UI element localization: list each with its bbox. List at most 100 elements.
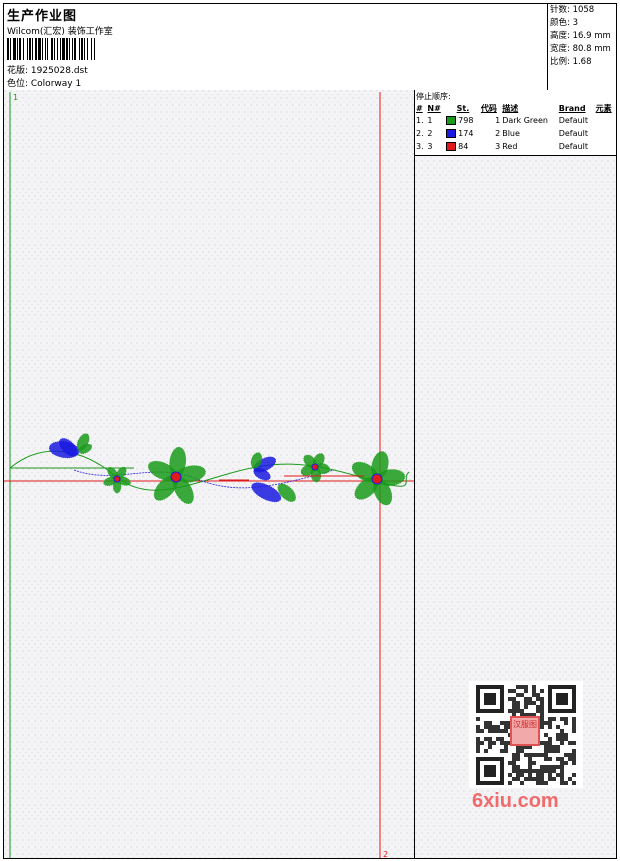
qr-module <box>540 721 544 725</box>
qr-module <box>524 689 528 693</box>
row-index: 1. <box>416 116 424 125</box>
table-row: 2. 2 174 2 Blue Default <box>415 127 616 140</box>
color-description: Dark Green <box>502 116 548 125</box>
qr-module <box>564 737 568 741</box>
qr-module <box>572 781 576 785</box>
qr-module <box>564 721 568 725</box>
qr-finder-core <box>556 693 568 705</box>
qr-module <box>536 693 540 697</box>
qr-module <box>568 753 572 757</box>
row-index: 3. <box>416 142 424 151</box>
qr-module <box>560 729 564 733</box>
qr-module <box>572 761 576 765</box>
qr-module <box>512 757 516 761</box>
qr-module <box>548 741 552 745</box>
qr-module <box>572 749 576 753</box>
qr-module <box>540 713 544 717</box>
qr-module <box>560 717 564 721</box>
column-header: 代码 <box>480 103 497 113</box>
qr-module <box>524 697 528 701</box>
qr-module <box>516 753 520 757</box>
barcode <box>7 38 145 60</box>
qr-module <box>476 745 480 749</box>
qr-module <box>556 725 560 729</box>
qr-module <box>492 729 496 733</box>
qr-module <box>520 749 524 753</box>
qr-module <box>560 761 564 765</box>
qr-module <box>540 705 544 709</box>
color-description: Blue <box>502 129 520 138</box>
qr-module <box>548 717 552 721</box>
qr-module <box>552 717 556 721</box>
qr-module <box>548 777 552 781</box>
qr-module <box>512 753 516 757</box>
qr-module <box>516 693 520 697</box>
color-swatch <box>445 142 456 151</box>
qr-module <box>500 749 504 753</box>
page-title: 生产作业图 <box>7 9 78 24</box>
qr-module <box>540 741 544 745</box>
qr-module <box>484 721 488 725</box>
qr-module <box>476 749 480 753</box>
qr-module <box>548 749 552 753</box>
qr-module <box>524 701 528 705</box>
design-file: 花版: 1925028.dst <box>7 66 88 76</box>
qr-module <box>532 701 536 705</box>
qr-module <box>524 777 528 781</box>
row-index: 2. <box>416 129 424 138</box>
qr-module <box>508 781 512 785</box>
qr-module <box>516 765 520 769</box>
qr-module <box>512 769 516 773</box>
qr-module <box>516 749 520 753</box>
qr-module <box>540 697 544 701</box>
qr-module <box>536 769 540 773</box>
qr-module <box>496 737 500 741</box>
qr-module <box>508 761 512 765</box>
watermark-logo: 6xiu.com <box>472 790 559 812</box>
qr-module <box>548 769 552 773</box>
qr-module <box>476 725 480 729</box>
qr-module <box>528 777 532 781</box>
qr-module <box>536 697 540 701</box>
qr-module <box>488 737 492 741</box>
qr-module <box>500 737 504 741</box>
qr-module <box>556 737 560 741</box>
qr-module <box>564 733 568 737</box>
qr-module <box>512 777 516 781</box>
qr-module <box>552 769 556 773</box>
qr-module <box>556 757 560 761</box>
qr-module <box>496 729 500 733</box>
qr-module <box>540 777 544 781</box>
design-stats: 针数: 1058 颜色: 3 高度: 16.9 mm 宽度: 80.8 mm 比… <box>547 4 616 90</box>
design-scale: 比例: 1.68 <box>550 57 592 67</box>
qr-module <box>520 769 524 773</box>
qr-module <box>528 773 532 777</box>
qr-module <box>572 725 576 729</box>
qr-module <box>500 721 504 725</box>
qr-module <box>532 769 536 773</box>
qr-module <box>540 709 544 713</box>
qr-module <box>512 709 516 713</box>
qr-module <box>548 725 552 729</box>
thread-brand: Default <box>558 129 588 138</box>
qr-module <box>540 717 544 721</box>
qr-module <box>540 725 544 729</box>
colorway-label: 色位: Colorway 1 <box>7 79 82 89</box>
qr-module <box>492 725 496 729</box>
qr-module <box>508 697 512 701</box>
qr-module <box>540 753 544 757</box>
table-row: 1. 1 798 1 Dark Green Default <box>415 114 616 127</box>
qr-module <box>520 709 524 713</box>
row-number: 1 <box>427 116 433 125</box>
qr-module <box>544 745 548 749</box>
qr-module <box>476 717 480 721</box>
qr-module <box>480 729 484 733</box>
qr-module <box>532 753 536 757</box>
qr-module <box>520 781 524 785</box>
qr-module <box>536 705 540 709</box>
color-code: 3 <box>495 142 501 151</box>
qr-module <box>536 773 540 777</box>
qr-module <box>560 733 564 737</box>
qr-module <box>528 769 532 773</box>
qr-module <box>572 729 576 733</box>
